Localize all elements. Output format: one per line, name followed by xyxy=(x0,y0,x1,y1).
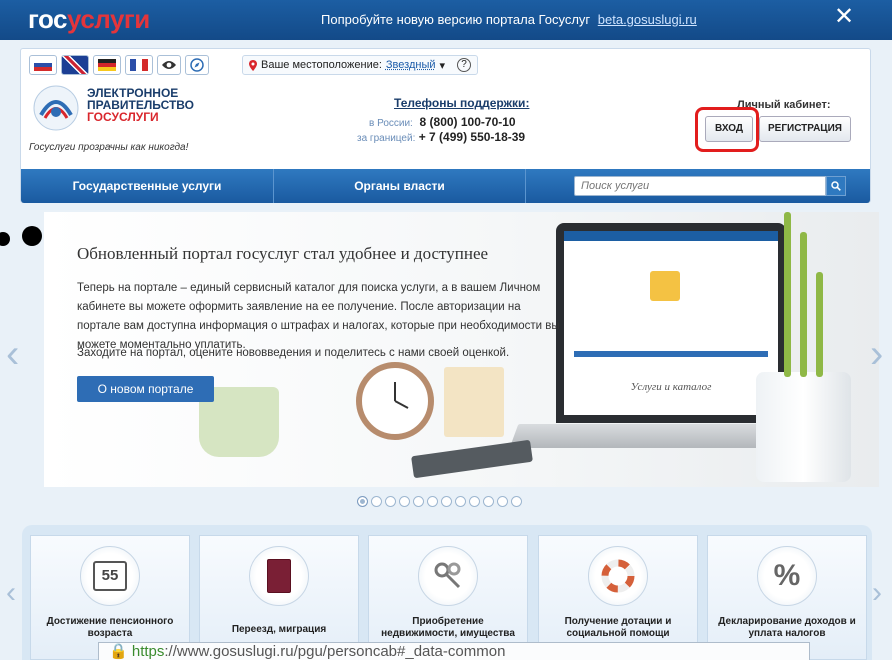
calendar-illustration xyxy=(444,367,504,437)
gosuslugi-logo[interactable]: госуслуги xyxy=(28,4,150,35)
carousel-dot-5[interactable] xyxy=(413,496,424,507)
tagline: Госуслуги прозрачны как никогда! xyxy=(29,142,189,153)
main-nav: Государственные услуги Органы власти xyxy=(21,169,870,203)
help-icon[interactable]: ? xyxy=(457,58,472,72)
slide-text-2: Заходите на портал, оцените нововведения… xyxy=(77,347,510,359)
support-phones-link[interactable]: Телефоны поддержки: xyxy=(394,96,529,110)
phone-russia: в России: 8 (800) 100-70-10 xyxy=(369,115,516,129)
bullet-dot xyxy=(22,226,42,246)
carousel-prev-icon[interactable]: ‹ xyxy=(6,334,19,374)
pension-age-number: 55 xyxy=(93,561,127,591)
carousel-dot-12[interactable] xyxy=(511,496,522,507)
slide-title: Обновленный портал госуслуг стал удобнее… xyxy=(77,244,489,263)
tile-label: Получение дотации и социальной помощи xyxy=(564,616,672,639)
language-switcher xyxy=(29,55,209,75)
about-new-portal-button[interactable]: О новом портале xyxy=(77,376,214,402)
search-input[interactable] xyxy=(574,176,826,196)
carousel-dot-1[interactable] xyxy=(357,496,368,507)
percent-sign: % xyxy=(773,559,801,592)
carousel-next-icon[interactable]: › xyxy=(870,334,883,374)
plant-illustration xyxy=(756,372,851,482)
plant-stem xyxy=(816,272,823,377)
location-city[interactable]: Звездный xyxy=(386,59,436,71)
bullet-dot xyxy=(0,232,10,246)
flag-uk-icon[interactable] xyxy=(61,55,89,75)
plant-stem xyxy=(800,232,807,377)
carousel-dot-8[interactable] xyxy=(455,496,466,507)
carousel-dot-10[interactable] xyxy=(483,496,494,507)
carousel-dot-3[interactable] xyxy=(385,496,396,507)
nav-state-services[interactable]: Государственные услуги xyxy=(21,169,274,203)
laptop-illustration: Услуги и каталог xyxy=(556,223,786,423)
search-button[interactable] xyxy=(826,176,846,196)
low-vision-icon[interactable] xyxy=(157,55,181,75)
keys-icon xyxy=(418,546,478,606)
carousel-dot-6[interactable] xyxy=(427,496,438,507)
beta-message-text: Попробуйте новую версию портала Госуслуг xyxy=(321,12,591,27)
plant-stem xyxy=(784,212,791,377)
tile-label: Приобретение недвижимости, имущества xyxy=(381,616,515,639)
tile-label: Переезд, миграция xyxy=(231,624,327,635)
phone-abroad-label: за границей: xyxy=(357,133,416,144)
phone-russia-label: в России: xyxy=(369,118,413,129)
beta-message: Попробуйте новую версию портала Госуслуг… xyxy=(321,12,697,27)
carousel-dot-2[interactable] xyxy=(371,496,382,507)
flag-de-icon[interactable] xyxy=(93,55,121,75)
beta-banner: госуслуги Попробуйте новую версию портал… xyxy=(0,0,892,40)
search-icon xyxy=(831,181,841,191)
phone-abroad-number: + 7 (499) 550-18-39 xyxy=(418,130,526,144)
carousel-dot-11[interactable] xyxy=(497,496,508,507)
compass-icon[interactable] xyxy=(185,55,209,75)
close-banner-button[interactable]: ✕ xyxy=(834,5,854,29)
location-label: Ваше местоположение: xyxy=(261,59,382,71)
egov-line-3: ГОСУСЛУГИ xyxy=(87,110,159,124)
browser-status-bar: 🔒 https://www.gosuslugi.ru/pgu/personcab… xyxy=(98,642,810,660)
clock-illustration xyxy=(356,362,434,440)
beta-link[interactable]: beta.gosuslugi.ru xyxy=(598,12,697,27)
egov-emblem-icon xyxy=(33,85,79,131)
carousel-dot-9[interactable] xyxy=(469,496,480,507)
pension-calendar-icon: 55 xyxy=(80,546,140,606)
passport-icon xyxy=(249,546,309,606)
site-header: Ваше местоположение: Звездный ▾ ? ЭЛЕКТР… xyxy=(20,48,871,203)
login-highlight-annotation xyxy=(695,107,759,152)
status-url-rest: ://www.gosuslugi.ru/pgu/personcab#_data-… xyxy=(164,643,506,660)
chevron-down-icon[interactable]: ▾ xyxy=(440,59,446,72)
tiles-next-icon[interactable]: › xyxy=(872,573,882,613)
notebook-illustration xyxy=(411,439,533,479)
search-box xyxy=(526,169,870,203)
logo-part-gos: гос xyxy=(28,4,68,34)
slide-text: Теперь на портале – единый сервисный кат… xyxy=(77,282,560,351)
lifebuoy-icon xyxy=(588,546,648,606)
promo-slide: Услуги и каталог Обновленный портал госу… xyxy=(44,212,879,487)
tile-label: Достижение пенсионного возраста xyxy=(46,616,174,639)
laptop-screen-caption: Услуги и каталог xyxy=(630,381,712,393)
register-button[interactable]: РЕГИСТРАЦИЯ xyxy=(759,116,851,142)
carousel-dot-7[interactable] xyxy=(441,496,452,507)
lock-icon: 🔒 xyxy=(109,643,128,660)
nav-authorities[interactable]: Органы власти xyxy=(274,169,526,203)
phone-abroad: за границей: + 7 (499) 550-18-39 xyxy=(357,130,525,144)
laptop-screen: Услуги и каталог xyxy=(564,231,778,415)
status-url-scheme: https xyxy=(131,643,165,660)
percent-icon: % xyxy=(757,546,817,606)
carousel-pager xyxy=(357,496,522,507)
tiles-prev-icon[interactable]: ‹ xyxy=(6,573,16,613)
carousel-dot-4[interactable] xyxy=(399,496,410,507)
tile-label: Декларирование доходов и уплата налогов xyxy=(718,616,856,639)
flag-ru-icon[interactable] xyxy=(29,55,57,75)
location-pin-icon xyxy=(249,59,257,71)
logo-part-uslugi: услуги xyxy=(67,4,150,34)
phone-russia-number: 8 (800) 100-70-10 xyxy=(419,115,516,129)
egov-title: ЭЛЕКТРОННОЕ ПРАВИТЕЛЬСТВО ГОСУСЛУГИ xyxy=(87,87,194,123)
location-selector[interactable]: Ваше местоположение: Звездный ▾ ? xyxy=(242,55,479,75)
flag-fr-icon[interactable] xyxy=(125,55,153,75)
